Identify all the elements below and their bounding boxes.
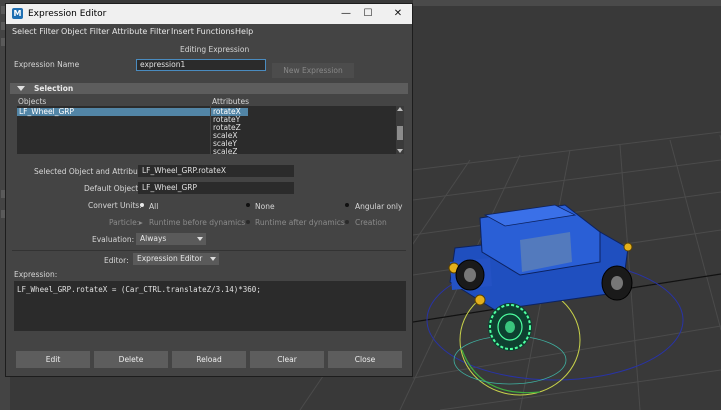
window-titlebar[interactable]: M Expression Editor — ☐ ✕ xyxy=(6,4,412,24)
convert-units-none-radio[interactable] xyxy=(246,203,250,207)
menu-insert-functions[interactable]: Insert Functions xyxy=(171,27,235,36)
scrollbar-thumb[interactable] xyxy=(397,126,403,140)
editor-type-value: Expression Editor xyxy=(137,254,203,263)
attributes-list[interactable]: rotateX rotateY rotateZ scaleX scaleY sc… xyxy=(211,106,404,154)
particle-after-dynamics-label: Runtime after dynamics xyxy=(255,218,345,227)
convert-units-label: Convert Units: xyxy=(88,201,142,210)
expression-label: Expression: xyxy=(14,270,58,279)
list-item[interactable]: LF_Wheel_GRP xyxy=(17,108,210,116)
scroll-down-icon[interactable] xyxy=(397,149,403,153)
attributes-scrollbar[interactable] xyxy=(396,106,404,154)
selected-object-attribute-label: Selected Object and Attribute: xyxy=(34,167,148,176)
scroll-up-icon[interactable] xyxy=(397,107,403,111)
particle-creation-label: Creation xyxy=(355,218,387,227)
expression-name-label: Expression Name xyxy=(14,60,80,69)
clear-button[interactable]: Clear xyxy=(250,351,324,368)
chevron-right-icon: ▸ xyxy=(139,218,143,227)
menu-help[interactable]: Help xyxy=(235,27,253,36)
default-object-field[interactable]: LF_Wheel_GRP xyxy=(138,182,294,194)
expression-name-input[interactable]: expression1 xyxy=(136,59,266,71)
convert-units-all-radio[interactable] xyxy=(140,203,144,207)
reload-button[interactable]: Reload xyxy=(172,351,246,368)
collapse-triangle-icon xyxy=(17,86,25,91)
list-item[interactable]: scaleY xyxy=(211,140,237,148)
rotate-manipulator-arc xyxy=(461,349,541,394)
maya-app-icon: M xyxy=(12,8,23,19)
objects-list[interactable]: LF_Wheel_GRP xyxy=(17,106,210,154)
objects-label: Objects xyxy=(18,97,47,106)
maximize-button[interactable]: ☐ xyxy=(354,6,382,22)
editor-type-dropdown[interactable]: Expression Editor xyxy=(133,253,219,265)
window-title: Expression Editor xyxy=(28,9,107,19)
particle-creation-radio[interactable] xyxy=(345,220,349,224)
delete-button[interactable]: Delete xyxy=(94,351,168,368)
evaluation-dropdown[interactable]: Always xyxy=(136,233,206,245)
default-object-label: Default Object: xyxy=(84,184,141,193)
menu-select-filter[interactable]: Select Filter xyxy=(12,27,59,36)
selected-object-attribute-field[interactable]: LF_Wheel_GRP.rotateX xyxy=(138,165,294,177)
expression-text-area[interactable]: LF_Wheel_GRP.rotateX = (Car_CTRL.transla… xyxy=(14,281,406,331)
close-window-button[interactable]: ✕ xyxy=(384,6,412,22)
editing-expression-heading: Editing Expression xyxy=(180,45,250,54)
selection-section-header[interactable]: Selection xyxy=(10,83,408,94)
menu-attribute-filter[interactable]: Attribute Filter xyxy=(112,27,170,36)
menu-bar: Select Filter Object Filter Attribute Fi… xyxy=(6,24,412,41)
convert-units-all-label: All xyxy=(149,202,159,211)
lego-car[interactable] xyxy=(448,204,633,351)
edit-button[interactable]: Edit xyxy=(16,351,90,368)
chevron-down-icon xyxy=(210,257,216,261)
attributes-label: Attributes xyxy=(212,97,250,106)
chevron-down-icon xyxy=(197,237,203,241)
expression-editor-window: M Expression Editor — ☐ ✕ Select Filter … xyxy=(5,3,413,377)
editor-label: Editor: xyxy=(104,256,129,265)
particle-after-dynamics-radio[interactable] xyxy=(246,220,250,224)
evaluation-label: Evaluation: xyxy=(92,235,135,244)
convert-units-angular-label: Angular only xyxy=(355,202,403,211)
convert-units-none-label: None xyxy=(255,202,275,211)
convert-units-angular-radio[interactable] xyxy=(345,203,349,207)
menu-object-filter[interactable]: Object Filter xyxy=(61,27,109,36)
particle-label: Particle: xyxy=(109,218,140,227)
list-item[interactable]: scaleZ xyxy=(211,148,237,154)
section-divider xyxy=(12,250,406,251)
selection-section-label: Selection xyxy=(34,84,74,93)
particle-before-dynamics-label: Runtime before dynamics xyxy=(149,218,246,227)
evaluation-value: Always xyxy=(140,234,167,243)
new-expression-button[interactable]: New Expression xyxy=(272,63,354,78)
close-button[interactable]: Close xyxy=(328,351,402,368)
